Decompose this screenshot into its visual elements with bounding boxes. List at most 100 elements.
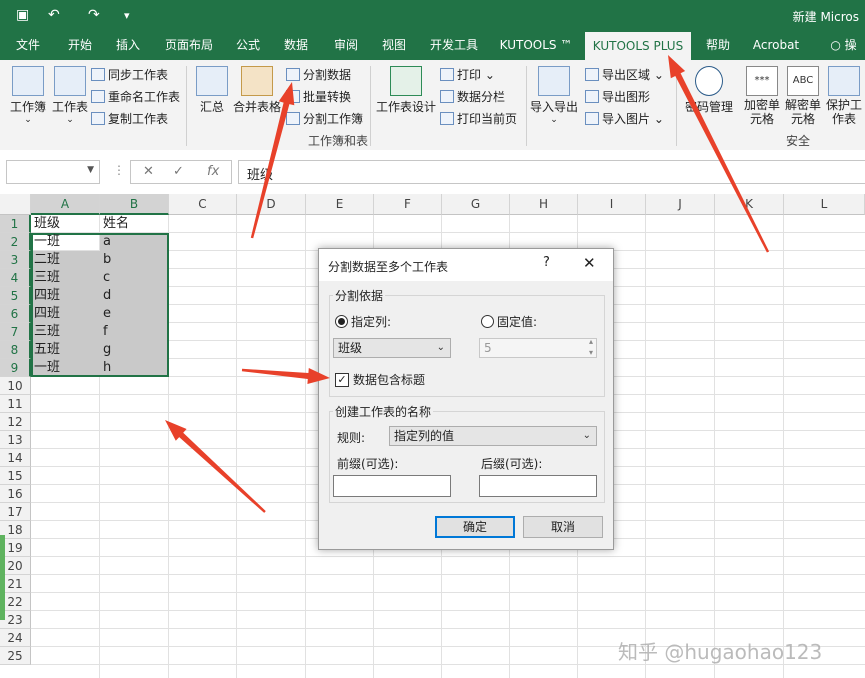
column-header[interactable]: K: [715, 194, 784, 215]
sheet-design-button[interactable]: 工作表设计: [376, 66, 436, 115]
column-select[interactable]: 班级 ⌄: [333, 338, 451, 358]
split-data-button[interactable]: 分割数据: [286, 66, 351, 83]
tab-insert[interactable]: 插入: [108, 30, 148, 60]
cancel-icon[interactable]: ✕: [143, 164, 154, 179]
undo-icon[interactable]: ↶: [48, 7, 60, 23]
cell-A7[interactable]: 三班: [31, 323, 100, 341]
tab-home[interactable]: 开始: [60, 30, 100, 60]
cell-A8[interactable]: 五班: [31, 341, 100, 359]
rule-select[interactable]: 指定列的值 ⌄: [389, 426, 597, 446]
row-header[interactable]: 1: [0, 215, 31, 233]
cell-B3[interactable]: b: [100, 251, 169, 269]
row-header[interactable]: 24: [0, 629, 31, 647]
row-header[interactable]: 7: [0, 323, 31, 341]
export-range-button[interactable]: 导出区域 ⌄: [585, 66, 664, 83]
print-button[interactable]: 打印 ⌄: [440, 66, 495, 83]
row-header[interactable]: 11: [0, 395, 31, 413]
column-header[interactable]: L: [784, 194, 865, 215]
cell-B5[interactable]: d: [100, 287, 169, 305]
row-header[interactable]: 14: [0, 449, 31, 467]
column-header[interactable]: B: [100, 194, 169, 215]
column-header[interactable]: D: [237, 194, 306, 215]
cell-B1[interactable]: 姓名: [100, 215, 169, 233]
tab-page-layout[interactable]: 页面布局: [160, 30, 218, 60]
cell-A9[interactable]: 一班: [31, 359, 100, 377]
column-header[interactable]: J: [646, 194, 715, 215]
row-header[interactable]: 8: [0, 341, 31, 359]
formula-input[interactable]: 班级: [238, 160, 865, 184]
summary-button[interactable]: 汇总: [192, 66, 232, 115]
tab-help[interactable]: 帮助: [700, 30, 736, 60]
tab-file[interactable]: 文件: [8, 30, 48, 60]
tab-data[interactable]: 数据: [276, 30, 316, 60]
row-header[interactable]: 5: [0, 287, 31, 305]
cancel-button[interactable]: 取消: [523, 516, 603, 538]
row-header[interactable]: 6: [0, 305, 31, 323]
worksheet-button[interactable]: 工作表 ⌄: [48, 66, 92, 125]
tab-acrobat[interactable]: Acrobat: [746, 30, 806, 60]
cell-A4[interactable]: 三班: [31, 269, 100, 287]
select-all-corner[interactable]: [0, 194, 31, 215]
cell-A5[interactable]: 四班: [31, 287, 100, 305]
protect-sheets-button[interactable]: 保护工作表: [823, 66, 865, 126]
ok-button[interactable]: 确定: [435, 516, 515, 538]
row-header[interactable]: 10: [0, 377, 31, 395]
suffix-input[interactable]: [479, 475, 597, 497]
copy-sheets-button[interactable]: 复制工作表: [91, 110, 168, 127]
row-header[interactable]: 13: [0, 431, 31, 449]
batch-convert-button[interactable]: 批量转换: [286, 88, 351, 105]
column-header[interactable]: A: [31, 194, 100, 215]
tab-view[interactable]: 视图: [374, 30, 414, 60]
data-paging-button[interactable]: 数据分栏: [440, 88, 505, 105]
print-current-page-button[interactable]: 打印当前页: [440, 110, 517, 127]
cell-B2[interactable]: a: [100, 233, 169, 251]
tab-kutools[interactable]: KUTOOLS ™: [494, 30, 578, 60]
cell-A2[interactable]: 一班: [31, 233, 100, 251]
name-box[interactable]: ▼: [6, 160, 100, 184]
import-export-button[interactable]: 导入导出 ⌄: [530, 66, 578, 125]
column-header[interactable]: H: [510, 194, 578, 215]
row-header[interactable]: 25: [0, 647, 31, 665]
fx-icon[interactable]: fx: [207, 164, 219, 179]
fixed-value-spinner[interactable]: 5 ▴ ▾: [479, 337, 597, 358]
tab-developer[interactable]: 开发工具: [424, 30, 484, 60]
tab-formulas[interactable]: 公式: [228, 30, 268, 60]
cell-A6[interactable]: 四班: [31, 305, 100, 323]
export-graphics-button[interactable]: 导出图形: [585, 88, 650, 105]
row-header[interactable]: 17: [0, 503, 31, 521]
row-header[interactable]: 9: [0, 359, 31, 377]
sync-sheets-button[interactable]: 同步工作表: [91, 66, 168, 83]
cell-B7[interactable]: f: [100, 323, 169, 341]
column-header[interactable]: F: [374, 194, 442, 215]
cell-B9[interactable]: h: [100, 359, 169, 377]
row-header[interactable]: 3: [0, 251, 31, 269]
tab-kutools-plus[interactable]: KUTOOLS PLUS: [585, 32, 691, 60]
specified-column-radio[interactable]: [335, 315, 348, 328]
redo-icon[interactable]: ↷: [88, 7, 100, 23]
cell-B4[interactable]: c: [100, 269, 169, 287]
rename-sheets-button[interactable]: 重命名工作表: [91, 88, 180, 105]
prefix-input[interactable]: [333, 475, 451, 497]
workbook-button[interactable]: 工作簿 ⌄: [6, 66, 50, 125]
tab-tell-me[interactable]: ○ 操: [822, 30, 865, 60]
tab-review[interactable]: 审阅: [326, 30, 366, 60]
cell-A1[interactable]: 班级: [31, 215, 100, 233]
row-header[interactable]: 4: [0, 269, 31, 287]
close-icon[interactable]: ✕: [583, 254, 596, 272]
confirm-icon[interactable]: ✓: [173, 164, 184, 179]
split-workbook-button[interactable]: 分割工作簿: [286, 110, 363, 127]
row-header[interactable]: 16: [0, 485, 31, 503]
save-icon[interactable]: ▣: [16, 7, 29, 23]
cell-A3[interactable]: 二班: [31, 251, 100, 269]
column-header[interactable]: I: [578, 194, 646, 215]
import-pictures-button[interactable]: 导入图片 ⌄: [585, 110, 664, 127]
cell-B6[interactable]: e: [100, 305, 169, 323]
customize-icon[interactable]: ▾: [124, 9, 130, 22]
column-header[interactable]: C: [169, 194, 237, 215]
column-header[interactable]: G: [442, 194, 510, 215]
decrypt-cells-button[interactable]: ABC 解密单元格: [782, 66, 824, 126]
row-header[interactable]: 12: [0, 413, 31, 431]
row-header[interactable]: 15: [0, 467, 31, 485]
fixed-value-radio[interactable]: [481, 315, 494, 328]
password-manager-button[interactable]: 密码管理: [682, 66, 736, 115]
